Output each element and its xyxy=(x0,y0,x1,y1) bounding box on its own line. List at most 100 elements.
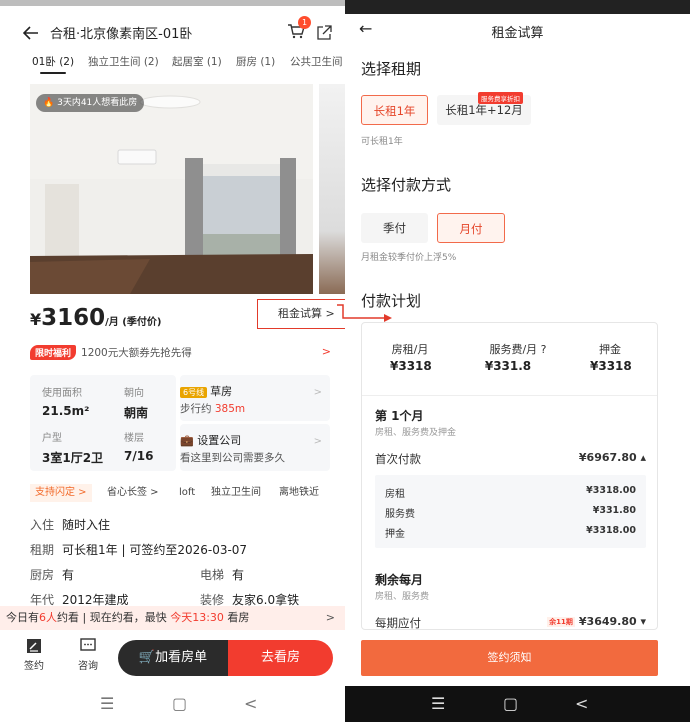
deposit-col-value: ¥3318 xyxy=(590,359,632,373)
walk-distance: 385m xyxy=(214,403,246,415)
promo-row[interactable]: 限时福利 1200元大额券先抢先得 > xyxy=(30,345,335,361)
next-photo-preview[interactable] xyxy=(319,84,345,294)
layout-value: 3室1厅2卫 xyxy=(42,451,104,465)
home-nav-icon[interactable]: ▢ xyxy=(503,694,518,713)
area-label: 使用面积 xyxy=(42,388,82,399)
first-payment-label: 首次付款 xyxy=(375,452,421,466)
share-icon[interactable] xyxy=(314,22,334,42)
floor-value: 7/16 xyxy=(124,449,154,463)
per-period-label: 每期应付 xyxy=(375,616,421,630)
menu-nav-icon[interactable]: ☰ xyxy=(100,694,114,713)
viewing-notice[interactable]: 今日有6人约看 | 现在约看，最快 今天13:30 看房 > xyxy=(0,606,345,630)
sign-notice-button[interactable]: 签约须知 xyxy=(361,640,658,676)
tab-private-bathroom[interactable]: 独立卫生间 (2) xyxy=(88,54,159,69)
breakdown-label: 服务费 xyxy=(385,509,415,520)
go-see-button[interactable]: 去看房 xyxy=(228,640,333,676)
tag-long-lease[interactable]: 省心长签 > xyxy=(102,484,164,502)
area-value: 21.5m² xyxy=(42,404,90,418)
tab-kitchen[interactable]: 厨房 (1) xyxy=(236,54,275,69)
status-bar xyxy=(0,0,345,6)
pay-option-quarterly[interactable]: 季付 xyxy=(361,213,428,243)
notice-time: 今天13:30 xyxy=(170,611,224,624)
per-period-row[interactable]: 每期应付 余11期 ¥3649.80 ▾ xyxy=(375,615,646,630)
listing-header: 合租·北京像素南区-01卧 1 xyxy=(0,16,345,48)
room-tabs: 01卧 (2) 独立卫生间 (2) 起居室 (1) 厨房 (1) 公共卫生间 xyxy=(0,54,345,76)
detail-label: 入住 xyxy=(30,518,55,532)
system-nav-bar: ☰ ▢ < xyxy=(345,686,690,722)
home-nav-icon[interactable]: ▢ xyxy=(172,694,187,713)
price-value: 3160 xyxy=(41,305,106,331)
discount-badge: 服务费享折扣 xyxy=(478,92,523,104)
price-row: ¥3160/月 (季付价) 租金试算 > xyxy=(30,299,345,335)
detail-value: 可长租1年 | 可签约至2026-03-07 xyxy=(62,543,248,557)
status-bar xyxy=(345,0,690,14)
breakdown-amount: ¥3318.00 xyxy=(586,485,636,496)
notice-prefix: 今日有 xyxy=(6,611,39,624)
detail-checkin: 入住 随时入住 xyxy=(30,516,340,533)
detail-value: 随时入住 xyxy=(62,518,111,532)
remaining-subtitle: 房租、服务费 xyxy=(375,592,430,602)
chat-icon xyxy=(80,638,96,651)
room-photo[interactable]: 🔥 3天内41人想看此房 xyxy=(30,84,313,294)
back-nav-icon[interactable]: < xyxy=(244,694,257,713)
lease-option-1yr[interactable]: 长租1年 xyxy=(361,95,428,125)
menu-nav-icon[interactable]: ☰ xyxy=(431,694,445,713)
orientation-label: 朝向 xyxy=(124,388,144,399)
tab-bedroom-01[interactable]: 01卧 (2) xyxy=(32,54,74,74)
chevron-right-icon: > xyxy=(313,387,322,398)
detail-label: 年代 xyxy=(30,593,55,607)
subway-line-badge: 6号线 xyxy=(180,387,208,398)
sign-button[interactable]: 签约 xyxy=(14,638,54,672)
company-title: 设置公司 xyxy=(197,434,242,447)
add-viewing-list-button[interactable]: 🛒加看房单 xyxy=(118,640,228,676)
add-list-label: 加看房单 xyxy=(155,650,208,665)
tag-flash-book[interactable]: 支持闪定 > xyxy=(30,484,92,502)
feature-tags: 支持闪定 > 省心长签 > loft 独立卫生间 离地铁近 xyxy=(30,484,340,502)
back-nav-icon[interactable]: < xyxy=(575,694,588,713)
detail-label: 厨房 xyxy=(30,568,55,582)
tab-living-room[interactable]: 起居室 (1) xyxy=(172,54,222,69)
rent-col-value: ¥3318 xyxy=(390,359,432,373)
subway-card[interactable]: 6号线 草房 步行约 385m > xyxy=(180,375,330,421)
price-currency: ¥ xyxy=(30,310,42,329)
price-unit: /月 (季付价) xyxy=(105,317,162,328)
plan-heading: 付款计划 xyxy=(361,292,422,310)
divider xyxy=(362,395,657,396)
bottom-action-bar: 签约 咨询 🛒加看房单 去看房 xyxy=(0,638,345,682)
consult-button[interactable]: 咨询 xyxy=(68,638,108,672)
cart-badge: 1 xyxy=(298,16,311,29)
breakdown-rent: 房租 ¥3318.00 xyxy=(385,485,636,500)
pay-option-monthly[interactable]: 月付 xyxy=(437,213,505,243)
payment-hint: 月租金较季付价上浮5% xyxy=(361,253,457,263)
layout-label: 户型 xyxy=(42,433,62,444)
tab-public-bathroom[interactable]: 公共卫生间 xyxy=(290,54,343,69)
cart-icon[interactable]: 1 xyxy=(285,16,311,42)
first-payment-amount: ¥6967.80 ▴ xyxy=(578,451,646,464)
company-card[interactable]: 💼 设置公司 看这里到公司需要多久 > xyxy=(180,424,330,471)
system-nav-bar: ☰ ▢ < xyxy=(0,690,345,722)
rent-calc-link[interactable]: 租金试算 > xyxy=(257,299,345,329)
breakdown-deposit: 押金 ¥3318.00 xyxy=(385,525,636,540)
floor-label: 楼层 xyxy=(124,433,144,444)
payment-heading: 选择付款方式 xyxy=(361,176,452,194)
first-payment-row[interactable]: 首次付款 ¥6967.80 ▴ xyxy=(375,451,646,467)
breakdown-label: 押金 xyxy=(385,529,405,540)
service-col-head[interactable]: 服务费/月 ? xyxy=(478,341,558,357)
promo-text: 1200元大额券先抢先得 xyxy=(81,347,192,359)
back-arrow-icon[interactable] xyxy=(20,22,42,44)
per-period-amount: ¥3649.80 ▾ xyxy=(578,615,646,628)
periods-badge: 余11期 xyxy=(547,617,575,627)
screenshot-pair: 合租·北京像素南区-01卧 1 01卧 (2) 独立卫生间 (2) 起居室 (1… xyxy=(0,0,690,722)
chevron-right-icon: > xyxy=(321,345,331,358)
tag-private-bathroom: 独立卫生间 xyxy=(211,487,261,498)
first-month-subtitle: 房租、服务费及押金 xyxy=(375,428,457,438)
views-text: 3天内41人想看此房 xyxy=(57,98,138,108)
detail-lease: 租期 可长租1年 | 可签约至2026-03-07 xyxy=(30,541,340,558)
deposit-col-head: 押金 xyxy=(599,343,621,356)
lease-hint: 可长租1年 xyxy=(361,137,403,147)
views-pill: 🔥 3天内41人想看此房 xyxy=(36,94,145,112)
chevron-right-icon: > xyxy=(313,436,322,447)
detail-kitchen-elevator: 厨房有 电梯有 xyxy=(30,566,340,583)
detail-label: 租期 xyxy=(30,543,55,557)
breakdown-amount: ¥3318.00 xyxy=(586,525,636,536)
